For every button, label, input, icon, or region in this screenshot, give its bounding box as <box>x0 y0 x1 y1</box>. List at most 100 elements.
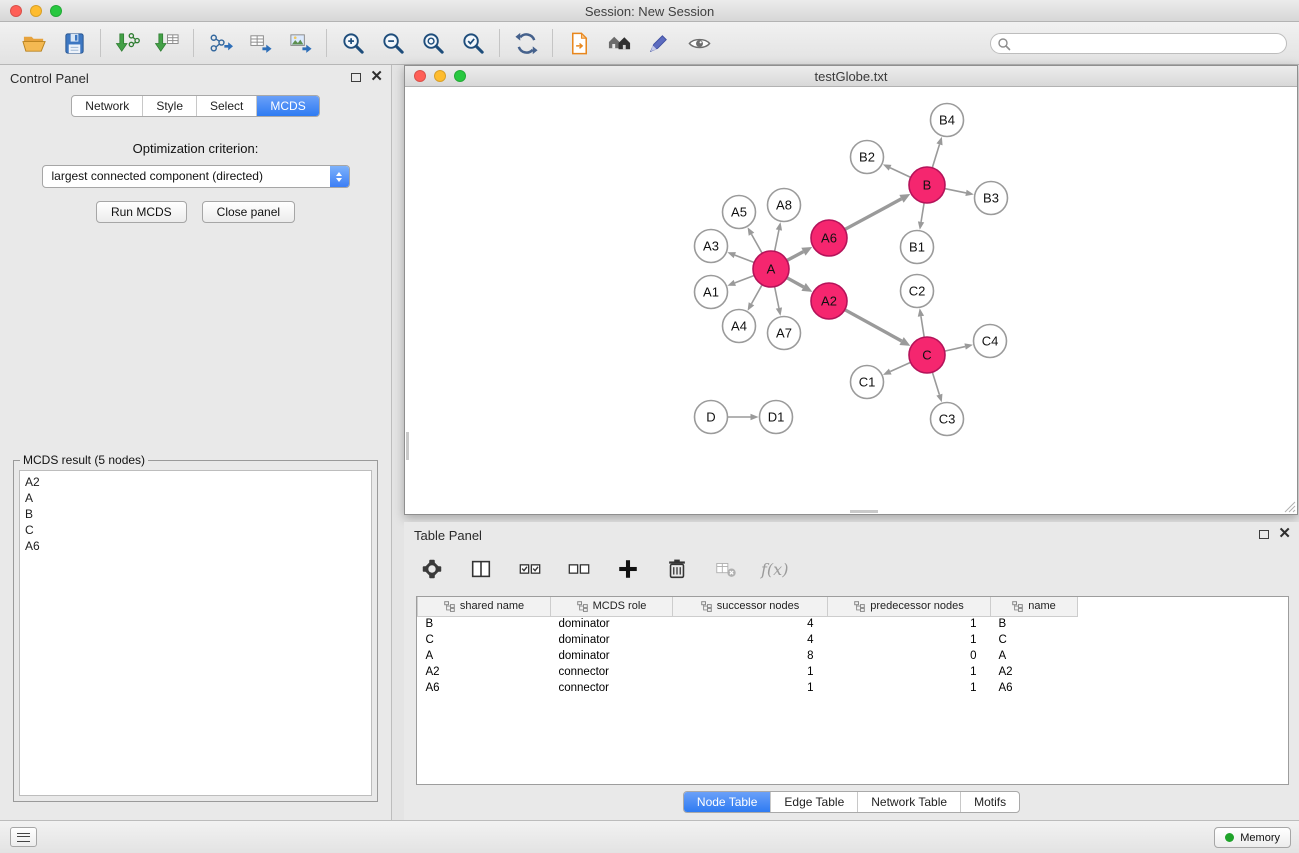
network-edge-A-A2[interactable] <box>787 278 804 287</box>
function-builder-button[interactable]: f(x) <box>761 555 788 583</box>
network-node-C1[interactable]: C1 <box>851 366 884 399</box>
table-cell-successors[interactable]: 8 <box>673 648 828 664</box>
table-row[interactable]: Bdominator41B <box>418 616 1289 632</box>
network-edge-B-B2[interactable] <box>890 168 911 178</box>
add-row-button[interactable] <box>614 555 642 583</box>
select-all-button[interactable] <box>516 555 544 583</box>
tab-mcds[interactable]: MCDS <box>256 96 318 116</box>
tab-motifs[interactable]: Motifs <box>960 792 1019 812</box>
network-edge-C-C1[interactable] <box>890 362 910 371</box>
zoom-selected-button[interactable] <box>458 28 488 58</box>
column-header-shared-name[interactable]: shared name <box>418 597 551 616</box>
network-node-C4[interactable]: C4 <box>974 325 1007 358</box>
mcds-result-item[interactable]: A6 <box>25 538 366 554</box>
home-network-button[interactable] <box>604 28 634 58</box>
network-node-A3[interactable]: A3 <box>695 230 728 263</box>
network-node-A[interactable]: A <box>753 251 789 287</box>
open-session-button[interactable] <box>19 28 49 58</box>
show-hide-button[interactable] <box>684 28 714 58</box>
table-row[interactable]: A2connector11A2 <box>418 664 1289 680</box>
network-edge-A-A3[interactable] <box>735 255 754 262</box>
network-edge-B-B4[interactable] <box>932 144 939 167</box>
network-node-A6[interactable]: A6 <box>811 220 847 256</box>
mcds-result-item[interactable]: A2 <box>25 474 366 490</box>
zoom-out-button[interactable] <box>378 28 408 58</box>
tab-select[interactable]: Select <box>196 96 256 116</box>
network-node-A1[interactable]: A1 <box>695 276 728 309</box>
deselect-all-button[interactable] <box>565 555 593 583</box>
network-edge-A-A1[interactable] <box>735 275 754 282</box>
search-input[interactable] <box>990 33 1287 54</box>
network-node-A2[interactable]: A2 <box>811 283 847 319</box>
column-header-successor-nodes[interactable]: successor nodes <box>673 597 828 616</box>
import-table-button[interactable] <box>152 28 182 58</box>
network-edge-B-B3[interactable] <box>945 189 966 193</box>
table-cell-mcds-role[interactable]: dominator <box>551 648 673 664</box>
mcds-result-item[interactable]: A <box>25 490 366 506</box>
zoom-fit-button[interactable] <box>418 28 448 58</box>
open-document-button[interactable] <box>564 28 594 58</box>
network-edge-A-A8[interactable] <box>775 230 779 251</box>
network-node-A5[interactable]: A5 <box>723 196 756 229</box>
save-session-button[interactable] <box>59 28 89 58</box>
mcds-result-item[interactable]: B <box>25 506 366 522</box>
export-image-button[interactable] <box>285 28 315 58</box>
table-cell-name[interactable]: C <box>991 632 1078 648</box>
table-cell-shared-name[interactable]: A6 <box>418 680 551 696</box>
network-canvas[interactable]: B4B2BB3A8A5A6B1A3AC2A1A2A4A7CC4C1C3DD1 <box>405 87 1297 514</box>
network-edge-C-C2[interactable] <box>921 316 924 337</box>
tab-network-table[interactable]: Network Table <box>857 792 960 812</box>
network-node-B[interactable]: B <box>909 167 945 203</box>
tab-network[interactable]: Network <box>72 96 142 116</box>
import-table-disabled-button[interactable] <box>712 555 740 583</box>
table-cell-successors[interactable]: 1 <box>673 664 828 680</box>
network-node-C3[interactable]: C3 <box>931 403 964 436</box>
resize-grip[interactable] <box>1284 501 1296 513</box>
network-edge-C-C3[interactable] <box>932 372 939 394</box>
delete-rows-button[interactable] <box>663 555 691 583</box>
column-header-name[interactable]: name <box>991 597 1078 616</box>
table-cell-mcds-role[interactable]: connector <box>551 664 673 680</box>
network-edge-A2-C[interactable] <box>845 310 902 341</box>
tab-style[interactable]: Style <box>142 96 196 116</box>
close-panel-button[interactable]: Close panel <box>202 201 295 223</box>
apply-layout-button[interactable] <box>511 28 541 58</box>
table-cell-mcds-role[interactable]: dominator <box>551 616 673 632</box>
table-cell-name[interactable]: A <box>991 648 1078 664</box>
table-cell-mcds-role[interactable]: dominator <box>551 632 673 648</box>
tab-node-table[interactable]: Node Table <box>684 792 771 812</box>
annotations-button[interactable] <box>644 28 674 58</box>
column-header-mcds-role[interactable]: MCDS role <box>551 597 673 616</box>
network-edge-B-B1[interactable] <box>921 203 924 222</box>
mcds-result-item[interactable]: C <box>25 522 366 538</box>
memory-button[interactable]: Memory <box>1214 827 1291 848</box>
network-edge-A-A5[interactable] <box>751 234 762 253</box>
network-edge-A6-B[interactable] <box>845 199 902 230</box>
network-edge-A-A6[interactable] <box>787 252 804 261</box>
network-edge-C-C4[interactable] <box>945 347 966 352</box>
run-mcds-button[interactable]: Run MCDS <box>96 201 187 223</box>
table-cell-successors[interactable]: 1 <box>673 680 828 696</box>
horizontal-scrollbar-thumb[interactable] <box>850 510 878 513</box>
close-panel-icon[interactable]: ✕ <box>370 71 383 83</box>
network-node-C2[interactable]: C2 <box>901 275 934 308</box>
float-panel-icon[interactable] <box>351 73 361 82</box>
network-edge-A-A4[interactable] <box>751 285 762 304</box>
table-cell-predecessors[interactable]: 0 <box>828 648 991 664</box>
close-table-panel-icon[interactable]: ✕ <box>1278 528 1291 540</box>
network-node-B2[interactable]: B2 <box>851 141 884 174</box>
table-cell-predecessors[interactable]: 1 <box>828 664 991 680</box>
network-node-D1[interactable]: D1 <box>760 401 793 434</box>
network-node-A8[interactable]: A8 <box>768 189 801 222</box>
table-row[interactable]: A6connector11A6 <box>418 680 1289 696</box>
export-table-button[interactable] <box>245 28 275 58</box>
table-cell-predecessors[interactable]: 1 <box>828 632 991 648</box>
export-network-button[interactable] <box>205 28 235 58</box>
table-cell-shared-name[interactable]: B <box>418 616 551 632</box>
table-settings-button[interactable] <box>418 555 446 583</box>
table-cell-name[interactable]: A2 <box>991 664 1078 680</box>
table-cell-name[interactable]: B <box>991 616 1078 632</box>
table-cell-predecessors[interactable]: 1 <box>828 680 991 696</box>
task-history-button[interactable] <box>10 827 37 847</box>
table-cell-predecessors[interactable]: 1 <box>828 616 991 632</box>
